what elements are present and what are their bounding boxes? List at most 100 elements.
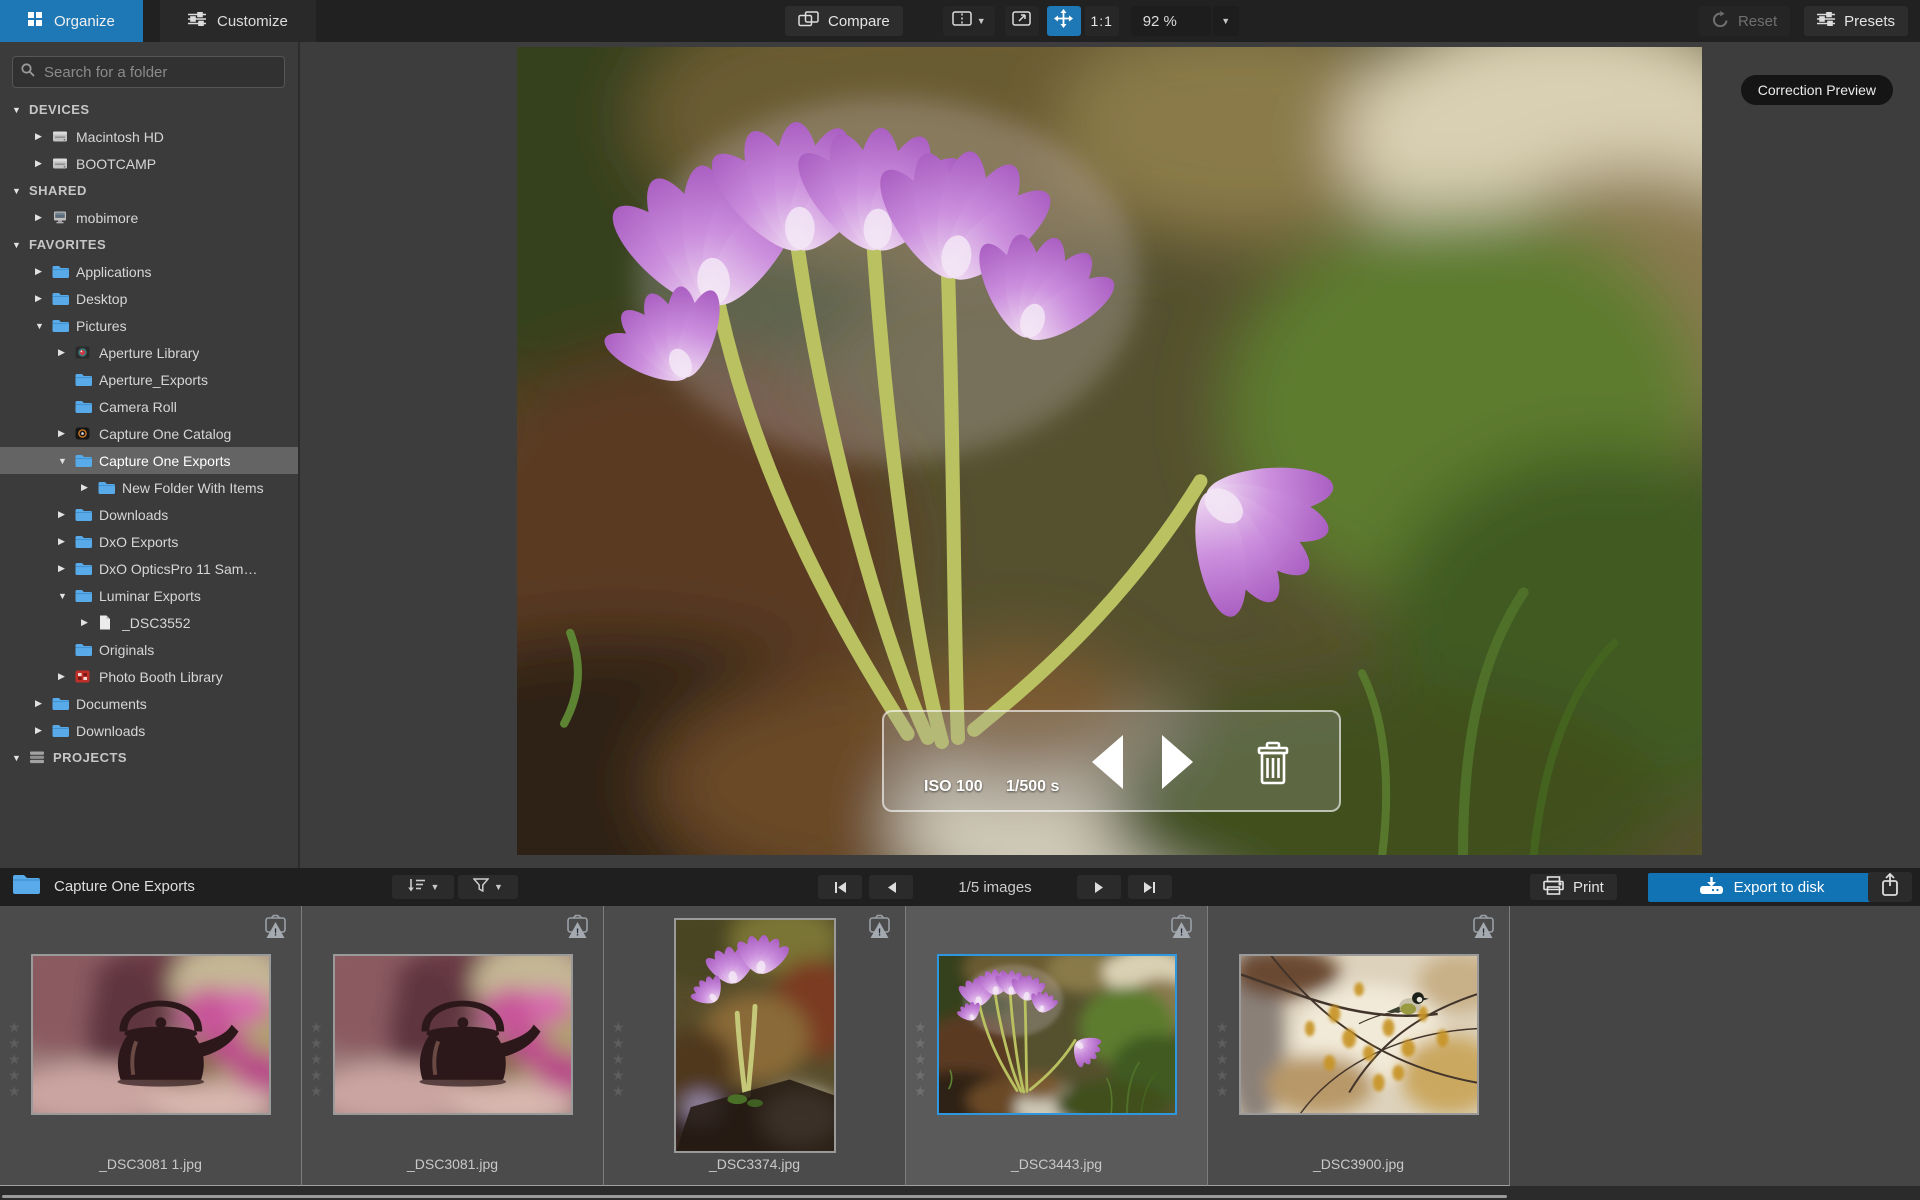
star-icon[interactable]: ★ <box>310 1083 323 1099</box>
chevron-right-icon[interactable]: ▶ <box>35 158 52 169</box>
thumbnail[interactable] <box>673 918 836 1153</box>
filmstrip-cell[interactable]: ! ★ ★ ★ ★ ★ _DSC3081.jpg <box>302 906 604 1186</box>
star-icon[interactable]: ★ <box>8 1035 21 1051</box>
chevron-right-icon[interactable]: ▶ <box>58 671 75 682</box>
scrollbar-thumb[interactable] <box>2 1195 1507 1198</box>
chevron-right-icon[interactable]: ▶ <box>35 212 52 223</box>
print-button[interactable]: Print <box>1530 874 1617 900</box>
sidebar-item-new-folder-with-items[interactable]: ▶ New Folder With Items <box>0 474 298 501</box>
sidebar-item-applications[interactable]: ▶ Applications <box>0 258 298 285</box>
filmstrip-cell[interactable]: ! ★ ★ ★ ★ ★ _DSC3374.jpg <box>604 906 906 1186</box>
sidebar-item-documents[interactable]: ▶ Documents <box>0 690 298 717</box>
sidebar-item-aperture-exports[interactable]: Aperture_Exports <box>0 366 298 393</box>
sidebar-item-downloads[interactable]: ▶ Downloads <box>0 717 298 744</box>
chevron-right-icon[interactable]: ▶ <box>58 509 75 520</box>
sidebar-item-camera-roll[interactable]: Camera Roll <box>0 393 298 420</box>
star-icon[interactable]: ★ <box>612 1051 625 1067</box>
correction-preview-button[interactable]: Correction Preview <box>1740 75 1893 105</box>
sidebar-item-desktop[interactable]: ▶ Desktop <box>0 285 298 312</box>
compare-button[interactable]: Compare <box>785 6 903 36</box>
main-photo[interactable]: ISO 100 1/500 s <box>517 47 1702 855</box>
star-icon[interactable]: ★ <box>612 1019 625 1035</box>
sidebar-item-luminar-exports[interactable]: ▼ Luminar Exports <box>0 582 298 609</box>
sidebar-item-favorites[interactable]: ▼ FAVORITES <box>0 231 298 258</box>
thumbnail[interactable] <box>1238 954 1479 1115</box>
chevron-right-icon[interactable]: ▶ <box>35 266 52 277</box>
star-icon[interactable]: ★ <box>8 1083 21 1099</box>
sidebar-item-capture-one-catalog[interactable]: ▶ Capture One Catalog <box>0 420 298 447</box>
reset-button[interactable]: Reset <box>1698 6 1791 36</box>
star-icon[interactable]: ★ <box>310 1067 323 1083</box>
chevron-right-icon[interactable]: ▶ <box>35 293 52 304</box>
tab-organize[interactable]: Organize <box>0 0 143 42</box>
split-view-button[interactable]: ▼ <box>942 6 995 36</box>
star-icon[interactable]: ★ <box>8 1051 21 1067</box>
sidebar-item-bootcamp[interactable]: ▶ BOOTCAMP <box>0 150 298 177</box>
star-icon[interactable]: ★ <box>1216 1067 1229 1083</box>
chevron-down-icon[interactable]: ▼ <box>12 753 29 763</box>
sidebar-item-pictures[interactable]: ▼ Pictures <box>0 312 298 339</box>
chevron-right-icon[interactable]: ▶ <box>81 482 98 493</box>
star-rating[interactable]: ★ ★ ★ ★ ★ <box>310 1019 323 1099</box>
star-icon[interactable]: ★ <box>1216 1083 1229 1099</box>
fullscreen-button[interactable] <box>1004 6 1039 36</box>
zoom-1to1-button[interactable]: 1:1 <box>1084 6 1119 36</box>
star-rating[interactable]: ★ ★ ★ ★ ★ <box>612 1019 625 1099</box>
star-icon[interactable]: ★ <box>914 1019 927 1035</box>
chevron-down-icon[interactable]: ▼ <box>58 456 75 466</box>
thumbnail[interactable] <box>332 954 573 1115</box>
next-image-button[interactable] <box>1162 735 1193 789</box>
star-icon[interactable]: ★ <box>1216 1019 1229 1035</box>
chevron-right-icon[interactable]: ▶ <box>58 536 75 547</box>
star-icon[interactable]: ★ <box>612 1035 625 1051</box>
star-icon[interactable]: ★ <box>310 1051 323 1067</box>
star-icon[interactable]: ★ <box>914 1051 927 1067</box>
chevron-right-icon[interactable]: ▶ <box>35 698 52 709</box>
zoom-level-value[interactable]: 92 % <box>1130 6 1211 36</box>
presets-button[interactable]: Presets <box>1804 6 1908 36</box>
star-icon[interactable]: ★ <box>1216 1035 1229 1051</box>
star-icon[interactable]: ★ <box>1216 1051 1229 1067</box>
sidebar-item-capture-one-exports[interactable]: ▼ Capture One Exports <box>0 447 298 474</box>
chevron-right-icon[interactable]: ▶ <box>58 347 75 358</box>
thumbnail[interactable] <box>30 954 271 1115</box>
previous-image-button[interactable] <box>1092 735 1123 789</box>
first-image-button[interactable] <box>818 875 862 899</box>
thumbnail[interactable] <box>936 954 1177 1115</box>
sidebar-item-dsc3552[interactable]: ▶ _DSC3552 <box>0 609 298 636</box>
zoom-level-dropdown[interactable]: ▼ <box>1212 6 1239 36</box>
star-icon[interactable]: ★ <box>914 1067 927 1083</box>
star-icon[interactable]: ★ <box>8 1019 21 1035</box>
trash-button[interactable] <box>1254 740 1292 792</box>
sidebar-item-aperture-library[interactable]: ▶ Aperture Library <box>0 339 298 366</box>
star-rating[interactable]: ★ ★ ★ ★ ★ <box>914 1019 927 1099</box>
sidebar-item-mobimore[interactable]: ▶ mobimore <box>0 204 298 231</box>
move-tool-button[interactable] <box>1046 6 1081 36</box>
sidebar-item-downloads[interactable]: ▶ Downloads <box>0 501 298 528</box>
chevron-right-icon[interactable]: ▶ <box>81 617 98 628</box>
star-icon[interactable]: ★ <box>8 1067 21 1083</box>
previous-image-button[interactable] <box>869 875 913 899</box>
star-icon[interactable]: ★ <box>914 1035 927 1051</box>
star-icon[interactable]: ★ <box>612 1083 625 1099</box>
sidebar-item-shared[interactable]: ▼ SHARED <box>0 177 298 204</box>
chevron-right-icon[interactable]: ▶ <box>58 563 75 574</box>
star-icon[interactable]: ★ <box>612 1067 625 1083</box>
chevron-right-icon[interactable]: ▶ <box>35 131 52 142</box>
folder-search-box[interactable] <box>12 56 285 88</box>
sidebar-item-originals[interactable]: Originals <box>0 636 298 663</box>
chevron-right-icon[interactable]: ▶ <box>35 725 52 736</box>
chevron-down-icon[interactable]: ▼ <box>12 186 29 196</box>
sidebar-item-macintosh-hd[interactable]: ▶ Macintosh HD <box>0 123 298 150</box>
filmstrip-cell[interactable]: ! ★ ★ ★ ★ ★ _DSC3443.jpg <box>906 906 1208 1186</box>
chevron-down-icon[interactable]: ▼ <box>58 591 75 601</box>
last-image-button[interactable] <box>1128 875 1172 899</box>
export-to-disk-button[interactable]: Export to disk <box>1648 873 1876 902</box>
sidebar-item-dxo-opticspro-11-sam[interactable]: ▶ DxO OpticsPro 11 Sam… <box>0 555 298 582</box>
share-button[interactable] <box>1868 872 1912 902</box>
sidebar-item-photo-booth-library[interactable]: ▶ Photo Booth Library <box>0 663 298 690</box>
chevron-down-icon[interactable]: ▼ <box>12 240 29 250</box>
chevron-right-icon[interactable]: ▶ <box>58 428 75 439</box>
filmstrip-scrollbar[interactable] <box>0 1186 1920 1200</box>
star-rating[interactable]: ★ ★ ★ ★ ★ <box>1216 1019 1229 1099</box>
